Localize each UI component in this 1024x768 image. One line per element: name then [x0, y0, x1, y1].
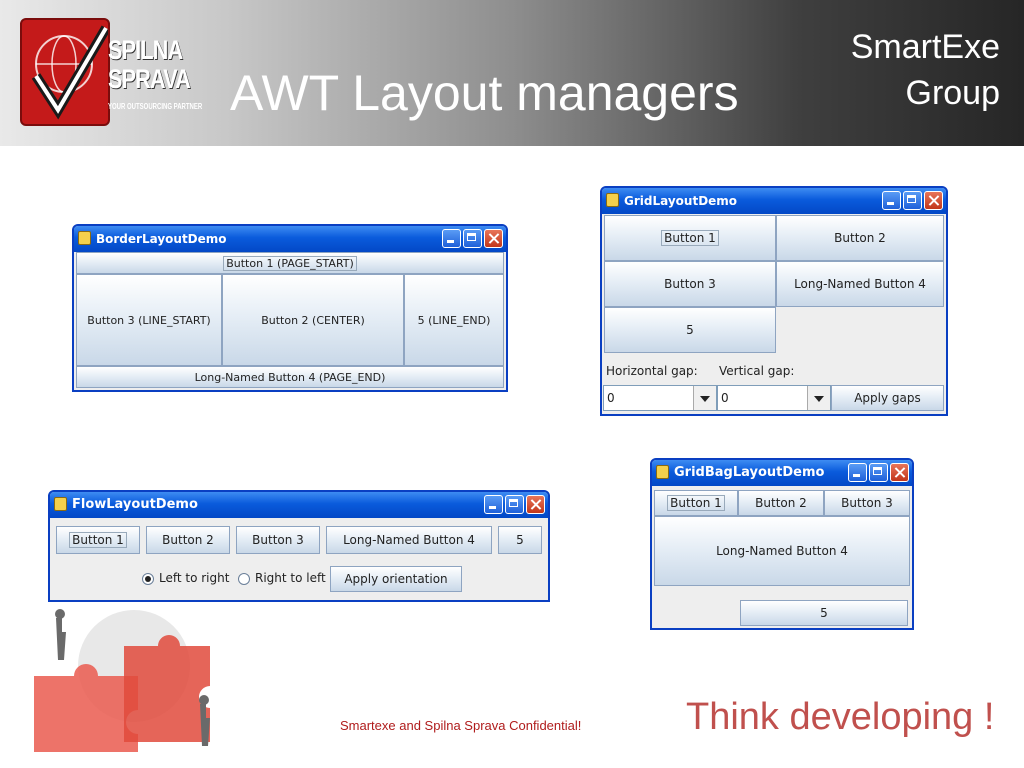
flow-layout-window: FlowLayoutDemo Button 1 Button 2 Button …	[48, 490, 550, 602]
minimize-icon[interactable]	[442, 229, 461, 248]
slide-header: SPILNA SPRAVA YOUR OUTSOURCING PARTNER A…	[0, 0, 1024, 146]
logo-tagline: YOUR OUTSOURCING PARTNER	[108, 102, 203, 111]
apply-orientation-button[interactable]: Apply orientation	[330, 566, 462, 592]
left-to-right-radio[interactable]	[142, 573, 154, 585]
gridbag-layout-window: GridBagLayoutDemo Button 1 Button 2 Butt…	[650, 458, 914, 630]
window-title-bar[interactable]: GridBagLayoutDemo	[652, 460, 912, 486]
tagline: Think developing !	[686, 696, 995, 738]
window-title-bar[interactable]: BorderLayoutDemo	[74, 226, 506, 252]
window-title: BorderLayoutDemo	[96, 232, 227, 246]
grid-layout-window: GridLayoutDemo Button 1 Button 2 Button …	[600, 186, 948, 416]
gridbag-button-2[interactable]: Button 2	[738, 490, 824, 516]
close-icon[interactable]	[890, 463, 909, 482]
grid-button-4[interactable]: Long-Named Button 4	[776, 261, 944, 307]
gridbag-button-3[interactable]: Button 3	[824, 490, 910, 516]
java-icon	[54, 497, 67, 511]
chevron-down-icon[interactable]	[807, 386, 830, 410]
gridbag-button-4[interactable]: Long-Named Button 4	[654, 516, 910, 586]
spilna-sprava-logo: SPILNA SPRAVA YOUR OUTSOURCING PARTNER	[20, 18, 208, 126]
gridbag-button-5[interactable]: 5	[740, 600, 908, 626]
grid-button-1[interactable]: Button 1	[604, 215, 776, 261]
logo-emblem	[20, 18, 110, 126]
window-title: GridBagLayoutDemo	[674, 465, 825, 480]
border-layout-window: BorderLayoutDemo Button 1 (PAGE_START) B…	[72, 224, 508, 392]
close-icon[interactable]	[924, 191, 943, 210]
flow-button-1[interactable]: Button 1	[56, 526, 140, 554]
maximize-icon[interactable]	[505, 495, 524, 514]
brand-name: SmartExe Group	[850, 28, 1000, 112]
center-button[interactable]: Button 2 (CENTER)	[222, 274, 404, 366]
grid-button-5[interactable]: 5	[604, 307, 776, 353]
flow-button-2[interactable]: Button 2	[146, 526, 230, 554]
minimize-icon[interactable]	[484, 495, 503, 514]
right-to-left-radio[interactable]	[238, 573, 250, 585]
page-start-button[interactable]: Button 1 (PAGE_START)	[76, 252, 504, 274]
gridbag-button-1[interactable]: Button 1	[654, 490, 738, 516]
window-title-bar[interactable]: GridLayoutDemo	[602, 188, 946, 214]
java-icon	[606, 193, 619, 207]
vertical-gap-select[interactable]: 0	[717, 385, 831, 411]
vertical-gap-label: Vertical gap:	[719, 364, 795, 378]
apply-gaps-button[interactable]: Apply gaps	[831, 385, 944, 411]
left-to-right-label[interactable]: Left to right	[159, 571, 229, 585]
close-icon[interactable]	[484, 229, 503, 248]
java-icon	[78, 231, 91, 245]
line-start-button[interactable]: Button 3 (LINE_START)	[76, 274, 222, 366]
minimize-icon[interactable]	[882, 191, 901, 210]
window-title-bar[interactable]: FlowLayoutDemo	[50, 492, 548, 518]
maximize-icon[interactable]	[869, 463, 888, 482]
confidential-footer: Smartexe and Spilna Sprava Confidential!	[340, 718, 582, 733]
flow-button-4[interactable]: Long-Named Button 4	[326, 526, 492, 554]
grid-button-3[interactable]: Button 3	[604, 261, 776, 307]
right-to-left-label[interactable]: Right to left	[255, 571, 326, 585]
puzzle-illustration	[14, 606, 244, 756]
flow-button-3[interactable]: Button 3	[236, 526, 320, 554]
chevron-down-icon[interactable]	[693, 386, 716, 410]
horizontal-gap-label: Horizontal gap:	[606, 364, 698, 378]
grid-button-2[interactable]: Button 2	[776, 215, 944, 261]
horizontal-gap-select[interactable]: 0	[603, 385, 717, 411]
close-icon[interactable]	[526, 495, 545, 514]
page-end-button[interactable]: Long-Named Button 4 (PAGE_END)	[76, 366, 504, 388]
minimize-icon[interactable]	[848, 463, 867, 482]
logo-wordmark: SPILNA SPRAVA	[108, 35, 191, 94]
window-title: GridLayoutDemo	[624, 194, 738, 208]
slide-title: AWT Layout managers	[230, 65, 739, 121]
line-end-button[interactable]: 5 (LINE_END)	[404, 274, 504, 366]
window-title: FlowLayoutDemo	[72, 497, 198, 512]
maximize-icon[interactable]	[903, 191, 922, 210]
java-icon	[656, 465, 669, 479]
flow-button-5[interactable]: 5	[498, 526, 542, 554]
maximize-icon[interactable]	[463, 229, 482, 248]
